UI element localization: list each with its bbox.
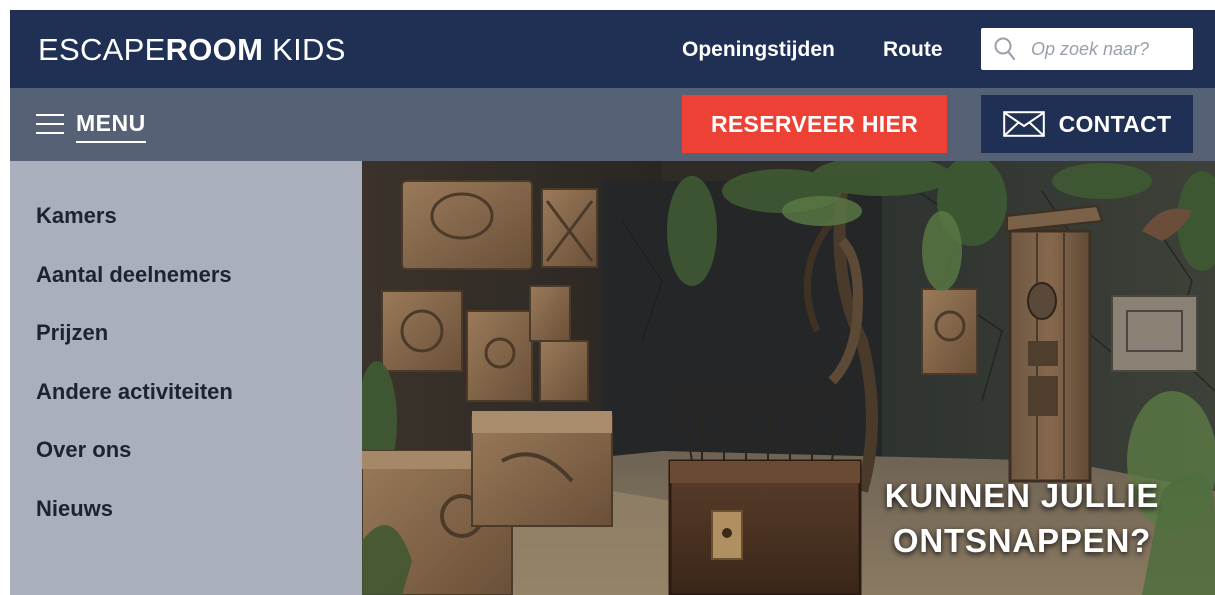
sidebar-link-nieuws[interactable]: Nieuws: [36, 496, 113, 521]
hero-banner: KUNNEN JULLIE ONTSNAPPEN?: [362, 161, 1215, 595]
sidebar-item-andere-activiteiten: Andere activiteiten: [10, 377, 362, 436]
sidebar-link-over-ons[interactable]: Over ons: [36, 437, 131, 462]
sidebar-item-kamers: Kamers: [10, 201, 362, 260]
sidebar-link-aantal-deelnemers[interactable]: Aantal deelnemers: [36, 262, 232, 287]
top-header: ESCAPEROOM KIDS Openingstijden Route: [10, 10, 1215, 88]
reserve-button[interactable]: RESERVEER HIER: [682, 95, 947, 153]
nav-bar: MENU RESERVEER HIER CONTACT: [10, 88, 1215, 161]
hamburger-icon[interactable]: [36, 114, 64, 136]
logo-bold: ROOM: [165, 32, 264, 67]
logo-suffix: KIDS: [263, 32, 346, 67]
menu-label[interactable]: MENU: [76, 108, 146, 143]
sidebar-item-prijzen: Prijzen: [10, 318, 362, 377]
opening-hours-link[interactable]: Openingstijden: [682, 37, 835, 63]
logo-prefix: ESCAPE: [38, 32, 166, 67]
site-logo[interactable]: ESCAPEROOM KIDS: [38, 32, 346, 68]
page-frame: ESCAPEROOM KIDS Openingstijden Route MEN…: [10, 10, 1215, 595]
search-icon[interactable]: [993, 36, 1017, 62]
sidebar-menu: Kamers Aantal deelnemers Prijzen Andere …: [10, 161, 362, 595]
sidebar-link-andere-activiteiten[interactable]: Andere activiteiten: [36, 379, 233, 404]
hero-headline-line1: KUNNEN JULLIE: [884, 477, 1160, 514]
search-input[interactable]: [1031, 28, 1189, 70]
mail-icon: [1002, 111, 1045, 137]
hero-headline-line2: ONTSNAPPEN?: [892, 522, 1152, 559]
contact-button[interactable]: CONTACT: [981, 95, 1193, 153]
route-link[interactable]: Route: [883, 37, 943, 63]
sidebar-item-nieuws: Nieuws: [10, 494, 362, 553]
hero-headline: KUNNEN JULLIE ONTSNAPPEN?: [832, 473, 1212, 563]
sidebar-link-kamers[interactable]: Kamers: [36, 203, 117, 228]
sidebar-link-prijzen[interactable]: Prijzen: [36, 320, 108, 345]
contact-label: CONTACT: [1058, 110, 1172, 137]
search-box[interactable]: [981, 28, 1193, 70]
sidebar-item-over-ons: Over ons: [10, 435, 362, 494]
menu-toggle-button[interactable]: MENU: [36, 108, 146, 144]
sidebar-list: Kamers Aantal deelnemers Prijzen Andere …: [10, 161, 362, 552]
sidebar-item-aantal-deelnemers: Aantal deelnemers: [10, 260, 362, 319]
